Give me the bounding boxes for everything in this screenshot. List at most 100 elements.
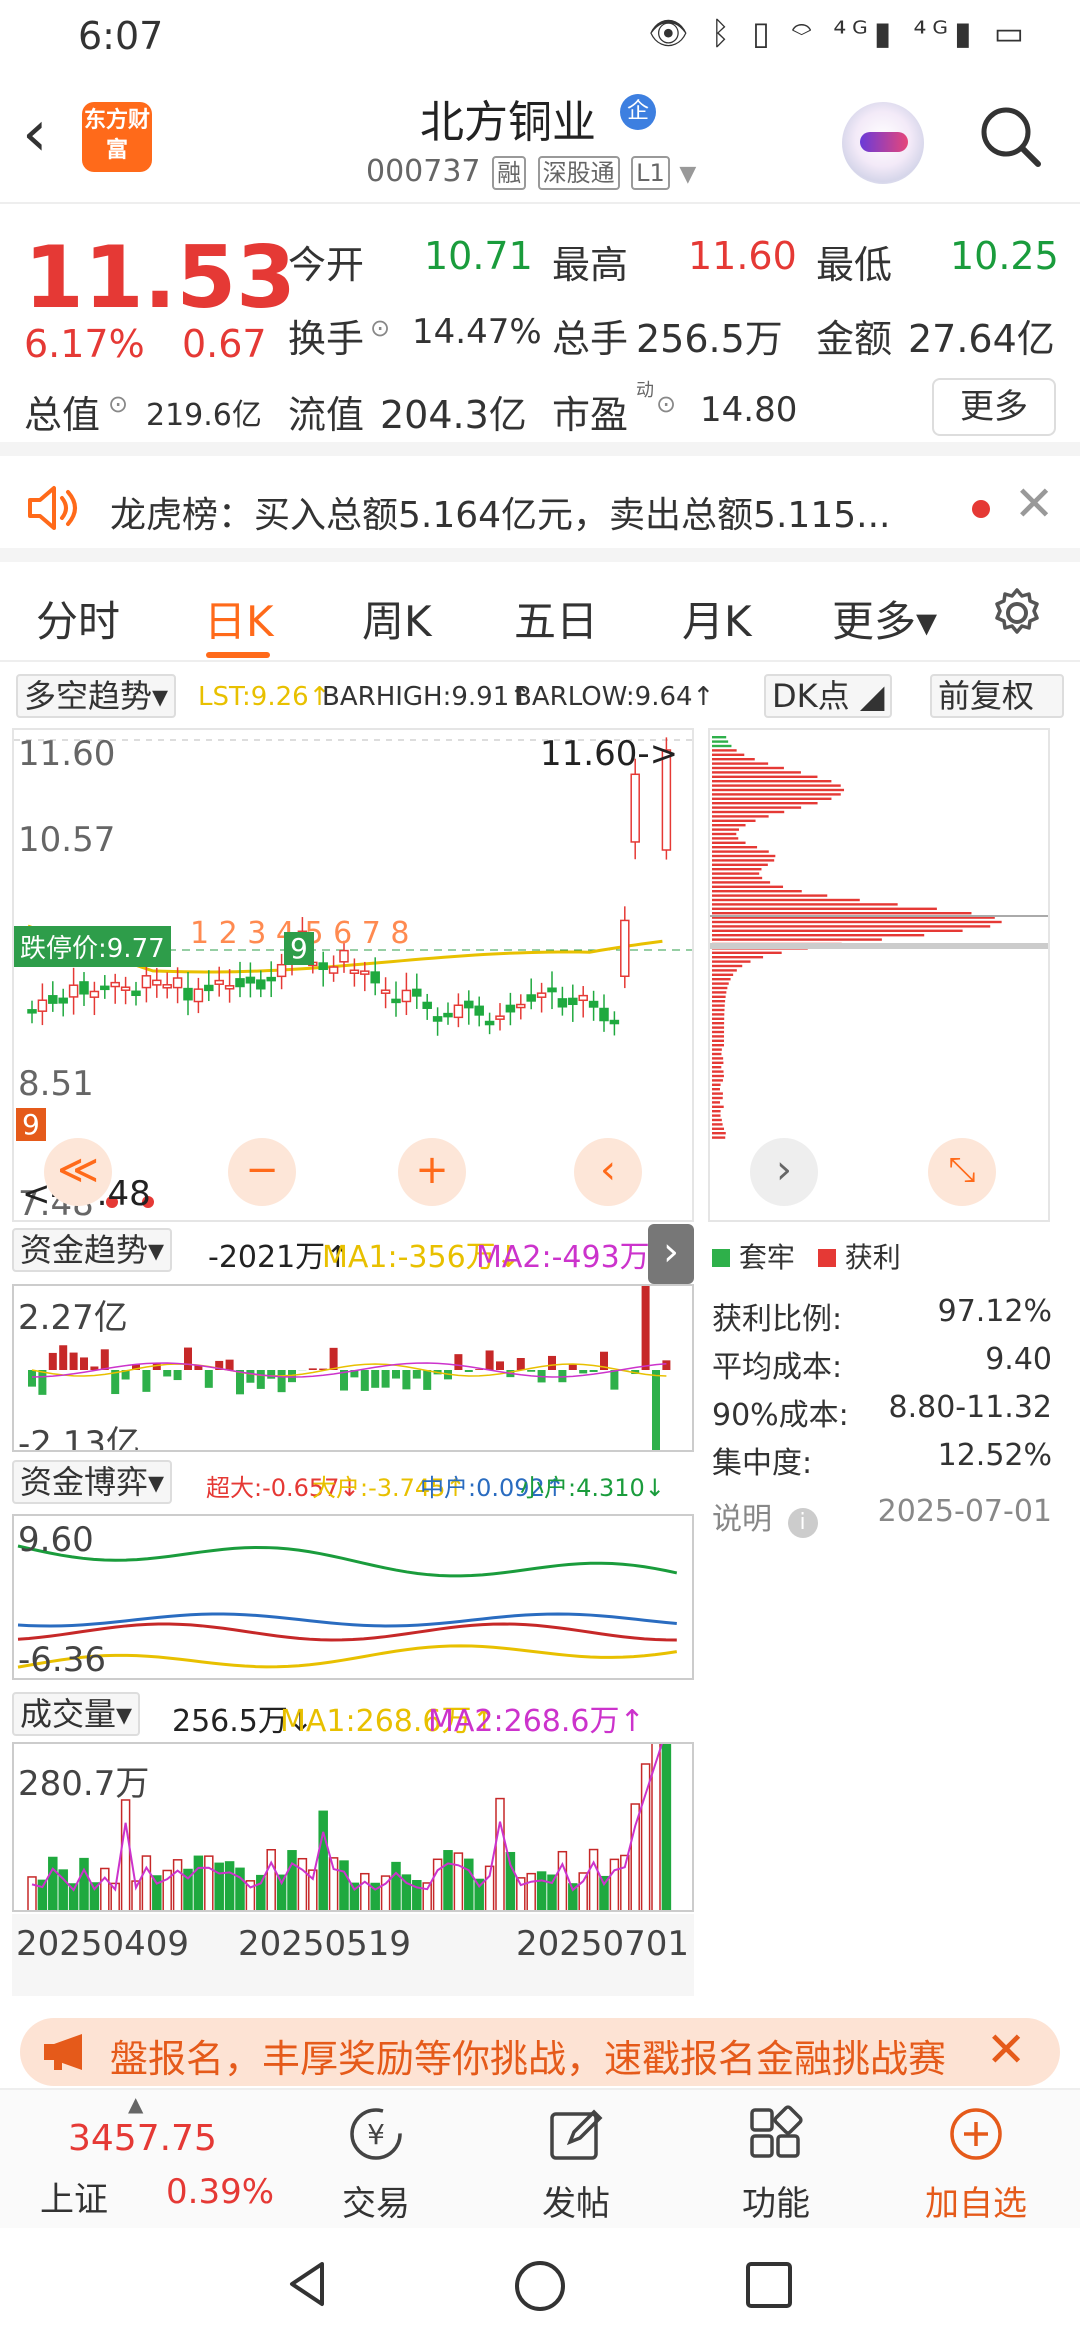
- stock-code-line: 000737 融 深股通 L1 ▼: [366, 154, 696, 190]
- info-icon[interactable]: ⊙: [370, 314, 390, 342]
- volume-bar: [661, 1744, 672, 1910]
- kline-chart[interactable]: 11.60 10.57 8.51 7.48 11.60-> <--7.48 跌停…: [12, 728, 694, 1222]
- notice-bar[interactable]: 龙虎榜：买入总额5.164亿元，卖出总额5.115... ✕: [0, 456, 1080, 562]
- fund-game-chart[interactable]: 9.60 -6.36: [12, 1514, 694, 1680]
- chip-next-button[interactable]: ›: [750, 1138, 818, 1206]
- index-quote[interactable]: ▲ 3457.75 上证 0.39%: [0, 2090, 274, 2230]
- candle-body: [245, 976, 256, 984]
- nav-post[interactable]: 发帖: [476, 2090, 676, 2230]
- candle-body: [27, 1009, 37, 1014]
- chip-distribution-chart[interactable]: › ⤡: [708, 728, 1050, 1222]
- robot-assistant-icon[interactable]: [842, 102, 924, 184]
- fund-game-dropdown[interactable]: 资金博弈▾: [12, 1460, 173, 1504]
- chip-bar: [712, 850, 769, 853]
- candle-body: [100, 985, 110, 991]
- tab-monthly-k[interactable]: 月K: [682, 588, 752, 649]
- chip-bar: [712, 1088, 721, 1091]
- indicator-dropdown[interactable]: 多空趋势▾: [16, 674, 177, 718]
- candle-body: [380, 989, 391, 994]
- rewind-button[interactable]: ≪: [44, 1138, 112, 1206]
- fund-bar: [267, 1370, 276, 1379]
- date-label: 20250409: [16, 1924, 190, 1964]
- candle-body: [588, 1000, 599, 1008]
- close-icon[interactable]: ✕: [986, 2022, 1026, 2078]
- candle-body: [557, 998, 568, 1008]
- candle-body: [630, 773, 640, 843]
- candle-body: [172, 977, 183, 989]
- chip-row: 90%成本: 8.80-11.32: [712, 1390, 1052, 1433]
- nav-add-watchlist[interactable]: 加自选: [876, 2090, 1076, 2230]
- back-icon[interactable]: ‹: [22, 102, 48, 166]
- chip-bar: [712, 749, 737, 752]
- pe-value: 14.80: [700, 390, 798, 430]
- volume-value: 256.5万: [636, 317, 783, 361]
- chip-bar: [712, 762, 769, 765]
- candle-body: [599, 1007, 609, 1022]
- search-icon[interactable]: [976, 102, 1044, 170]
- fund-y-bottom: -2.13亿: [18, 1424, 140, 1452]
- adjust-button[interactable]: 前复权: [930, 674, 1064, 718]
- info-icon[interactable]: ⊙: [108, 390, 128, 418]
- fund-trend-chart[interactable]: 2.27亿 -2.13亿: [12, 1284, 694, 1452]
- chip-note[interactable]: 说明: [712, 1502, 772, 1537]
- promo-banner[interactable]: 盤报名，丰厚奖励等你挑战，速戳报名金融挑战赛 ✕: [20, 2018, 1060, 2086]
- nav-functions[interactable]: 功能: [676, 2090, 876, 2230]
- zoom-in-button[interactable]: +: [398, 1138, 466, 1206]
- candle-body: [183, 987, 193, 1001]
- tab-five-day[interactable]: 五日: [514, 588, 598, 649]
- open-value: 10.71: [424, 234, 533, 278]
- dk-point-button[interactable]: DK点 ◢: [764, 674, 892, 718]
- tab-intraday[interactable]: 分时: [36, 588, 120, 649]
- tab-more[interactable]: 更多▾: [832, 588, 937, 649]
- tab-weekly-k[interactable]: 周K: [362, 588, 432, 649]
- fund-bar: [100, 1349, 109, 1370]
- zoom-out-button[interactable]: −: [228, 1138, 296, 1206]
- chip-bar: [712, 903, 898, 906]
- volume-bar: [391, 1861, 401, 1910]
- fund-bar: [579, 1370, 588, 1374]
- fund-trend-dropdown[interactable]: 资金趋势▾: [12, 1228, 173, 1272]
- fund-bar: [38, 1370, 47, 1395]
- home-circle-icon[interactable]: [512, 2258, 568, 2314]
- chip-bar: [712, 863, 768, 866]
- caret-down-icon[interactable]: ▼: [679, 162, 696, 187]
- trade-yen-icon: ¥: [350, 2108, 402, 2160]
- recents-square-icon[interactable]: [744, 2260, 794, 2310]
- chip-bar: [712, 938, 882, 941]
- index-name: 上证: [40, 2180, 108, 2220]
- expand-icon[interactable]: ⤡: [928, 1138, 996, 1206]
- more-button[interactable]: 更多: [932, 378, 1056, 436]
- chip-bar: [712, 956, 764, 959]
- candle-body: [224, 985, 235, 990]
- fund-bar: [163, 1370, 172, 1377]
- nav-trade[interactable]: ¥ 交易: [276, 2090, 476, 2230]
- candle-body: [68, 984, 79, 998]
- previous-button[interactable]: ‹: [574, 1138, 642, 1206]
- chip-bar: [712, 868, 762, 871]
- close-icon[interactable]: ✕: [1014, 476, 1054, 532]
- expand-panel-button[interactable]: ›: [648, 1224, 694, 1284]
- lock-swatch: [712, 1249, 730, 1267]
- y-axis-low: 8.51: [18, 1064, 94, 1104]
- unread-dot: [972, 500, 990, 518]
- volume-chart[interactable]: 280.7万: [12, 1742, 694, 1912]
- fund-bar: [142, 1370, 151, 1392]
- index-value: 3457.75: [68, 2118, 217, 2159]
- info-icon[interactable]: i: [787, 1508, 818, 1538]
- chip-bar: [712, 824, 746, 827]
- volume-bar: [464, 1858, 474, 1910]
- fund-bar: [80, 1357, 88, 1370]
- fund-bar: [28, 1370, 36, 1387]
- fund-bar: [204, 1370, 213, 1388]
- low-label: 最低: [816, 243, 893, 287]
- info-icon[interactable]: ⊙: [656, 390, 676, 418]
- tag-level[interactable]: L1: [631, 156, 670, 190]
- settings-gear-icon[interactable]: [990, 586, 1044, 640]
- tab-daily-k[interactable]: 日K: [204, 588, 274, 649]
- chip-bar: [712, 1039, 725, 1042]
- float-mv-value: 204.3亿: [380, 393, 527, 437]
- back-triangle-icon[interactable]: [282, 2258, 334, 2310]
- open-label: 今开: [288, 243, 365, 287]
- chip-bar: [712, 793, 841, 796]
- volume-dropdown[interactable]: 成交量▾: [12, 1692, 141, 1736]
